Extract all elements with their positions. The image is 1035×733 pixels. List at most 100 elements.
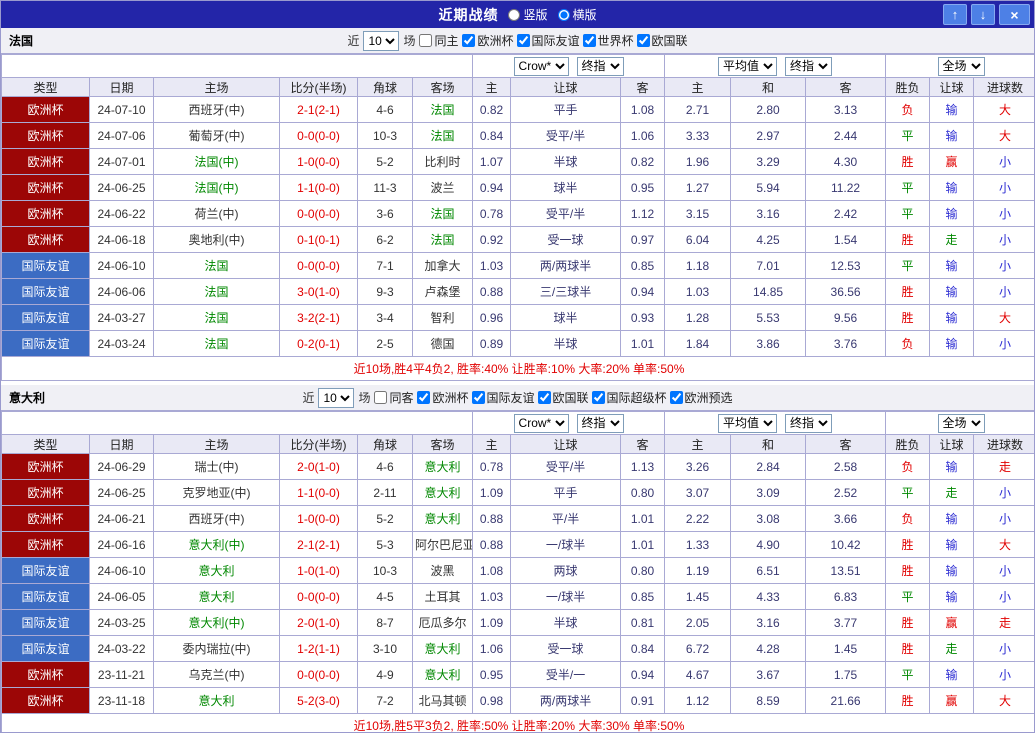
avg-home-odds: 1.45 [665, 584, 731, 610]
average-select[interactable]: 平均值 [718, 57, 777, 76]
filter-bar: 近 10 场 同主 欧洲杯国际友谊世界杯欧国联 [347, 31, 687, 51]
score-halftime: 3-2(2-1) [280, 305, 358, 331]
column-header: 让球 [511, 78, 621, 97]
same-side-checkbox[interactable] [374, 391, 387, 404]
result-outcome: 负 [886, 331, 930, 357]
avg-draw-odds: 14.85 [731, 279, 806, 305]
league-checkbox[interactable] [517, 34, 530, 47]
bookmaker-final-select[interactable]: 终指 [577, 57, 624, 76]
score-halftime: 0-0(0-0) [280, 123, 358, 149]
bookmaker-final-select[interactable]: 终指 [577, 414, 624, 433]
handicap-home-odds: 0.84 [473, 123, 511, 149]
avg-home-odds: 3.33 [665, 123, 731, 149]
league-filter[interactable]: 欧洲杯 [462, 32, 513, 49]
scroll-down-button[interactable]: ↓ [971, 4, 995, 25]
vertical-layout-radio[interactable] [508, 9, 520, 21]
match-date: 24-07-06 [90, 123, 154, 149]
away-team: 意大利 [413, 636, 473, 662]
league-checkbox[interactable] [592, 391, 605, 404]
league-filter[interactable]: 国际友谊 [472, 389, 535, 406]
same-side-label: 同客 [389, 389, 413, 406]
summary-text: 近10场,胜4平4负2, 胜率:40% 让胜率:10% 大率:20% 单率:50… [2, 357, 1035, 381]
close-button[interactable]: × [999, 4, 1030, 25]
avg-draw-odds: 3.16 [731, 201, 806, 227]
average-final-select[interactable]: 终指 [785, 57, 832, 76]
column-header-row: 类型日期主场比分(半场)角球客场主让球客主和客胜负让球进球数 [2, 435, 1035, 454]
league-filter[interactable]: 欧国联 [538, 389, 589, 406]
team-section-italy: 意大利 近 10 场 同客 欧洲杯国际友谊欧国联国际超级杯欧洲预选 [1, 385, 1034, 733]
league-checkbox[interactable] [637, 34, 650, 47]
away-team: 卢森堡 [413, 279, 473, 305]
match-row: 欧洲杯24-06-25克罗地亚(中)1-1(0-0)2-11意大利1.09平手0… [2, 480, 1035, 506]
avg-away-odds: 13.51 [806, 558, 886, 584]
avg-away-odds: 4.30 [806, 149, 886, 175]
score-halftime: 2-1(2-1) [280, 97, 358, 123]
result-handicap: 输 [930, 584, 974, 610]
score-halftime: 3-0(1-0) [280, 279, 358, 305]
result-handicap: 输 [930, 506, 974, 532]
same-side-checkbox[interactable] [419, 34, 432, 47]
result-goals: 走 [974, 454, 1035, 480]
bookmaker-dropdown-cell: Crow* 终指 [473, 55, 665, 78]
bookmaker-select[interactable]: Crow* [514, 57, 569, 76]
league-filter[interactable]: 欧国联 [637, 32, 688, 49]
match-type: 欧洲杯 [2, 175, 90, 201]
dropdown-row: Crow*终指 平均值终指 全场 [2, 412, 1035, 435]
league-filter[interactable]: 欧洲杯 [417, 389, 468, 406]
result-outcome: 平 [886, 123, 930, 149]
games-suffix-label: 场 [358, 389, 370, 406]
result-handicap: 输 [930, 558, 974, 584]
match-type: 欧洲杯 [2, 97, 90, 123]
league-filter[interactable]: 国际友谊 [517, 32, 580, 49]
league-filter[interactable]: 世界杯 [583, 32, 634, 49]
match-date: 23-11-21 [90, 662, 154, 688]
avg-draw-odds: 4.33 [731, 584, 806, 610]
scope-select[interactable]: 全场 [938, 57, 985, 76]
horizontal-layout-radio[interactable] [558, 9, 570, 21]
scope-select[interactable]: 全场 [938, 414, 985, 433]
home-team: 法国 [154, 305, 280, 331]
avg-away-odds: 11.22 [806, 175, 886, 201]
match-row: 欧洲杯23-11-21乌克兰(中)0-0(0-0)4-9意大利0.95受半/一0… [2, 662, 1035, 688]
recent-count-select[interactable]: 10 [363, 31, 399, 51]
recent-count-select[interactable]: 10 [318, 388, 354, 408]
handicap-line: 受一球 [511, 636, 621, 662]
result-outcome: 胜 [886, 610, 930, 636]
avg-draw-odds: 3.08 [731, 506, 806, 532]
average-final-select[interactable]: 终指 [785, 414, 832, 433]
scroll-up-button[interactable]: ↑ [943, 4, 967, 25]
column-header: 日期 [90, 435, 154, 454]
vertical-layout-radio-label[interactable]: 竖版 [508, 6, 547, 23]
column-header: 主 [665, 435, 731, 454]
average-select[interactable]: 平均值 [718, 414, 777, 433]
column-header: 主 [473, 435, 511, 454]
horizontal-layout-radio-label[interactable]: 横版 [558, 6, 597, 23]
handicap-line: 两/两球半 [511, 688, 621, 714]
result-outcome: 负 [886, 97, 930, 123]
avg-draw-odds: 3.16 [731, 610, 806, 636]
league-filter[interactable]: 国际超级杯 [592, 389, 667, 406]
home-team: 葡萄牙(中) [154, 123, 280, 149]
column-header: 日期 [90, 78, 154, 97]
league-checkbox[interactable] [462, 34, 475, 47]
handicap-line: 两/两球半 [511, 253, 621, 279]
league-checkbox[interactable] [670, 391, 683, 404]
same-side-filter[interactable]: 同客 [374, 389, 413, 406]
bookmaker-select[interactable]: Crow* [514, 414, 569, 433]
league-filter[interactable]: 欧洲预选 [670, 389, 733, 406]
league-checkbox[interactable] [417, 391, 430, 404]
league-checkbox[interactable] [538, 391, 551, 404]
same-side-filter[interactable]: 同主 [419, 32, 458, 49]
handicap-away-odds: 0.94 [621, 279, 665, 305]
league-checkbox[interactable] [583, 34, 596, 47]
handicap-away-odds: 1.01 [621, 506, 665, 532]
away-team: 波兰 [413, 175, 473, 201]
league-checkbox[interactable] [472, 391, 485, 404]
avg-home-odds: 3.15 [665, 201, 731, 227]
home-team: 意大利 [154, 584, 280, 610]
avg-home-odds: 2.71 [665, 97, 731, 123]
avg-away-odds: 3.66 [806, 506, 886, 532]
away-team: 法国 [413, 201, 473, 227]
avg-draw-odds: 6.51 [731, 558, 806, 584]
column-header: 进球数 [974, 78, 1035, 97]
